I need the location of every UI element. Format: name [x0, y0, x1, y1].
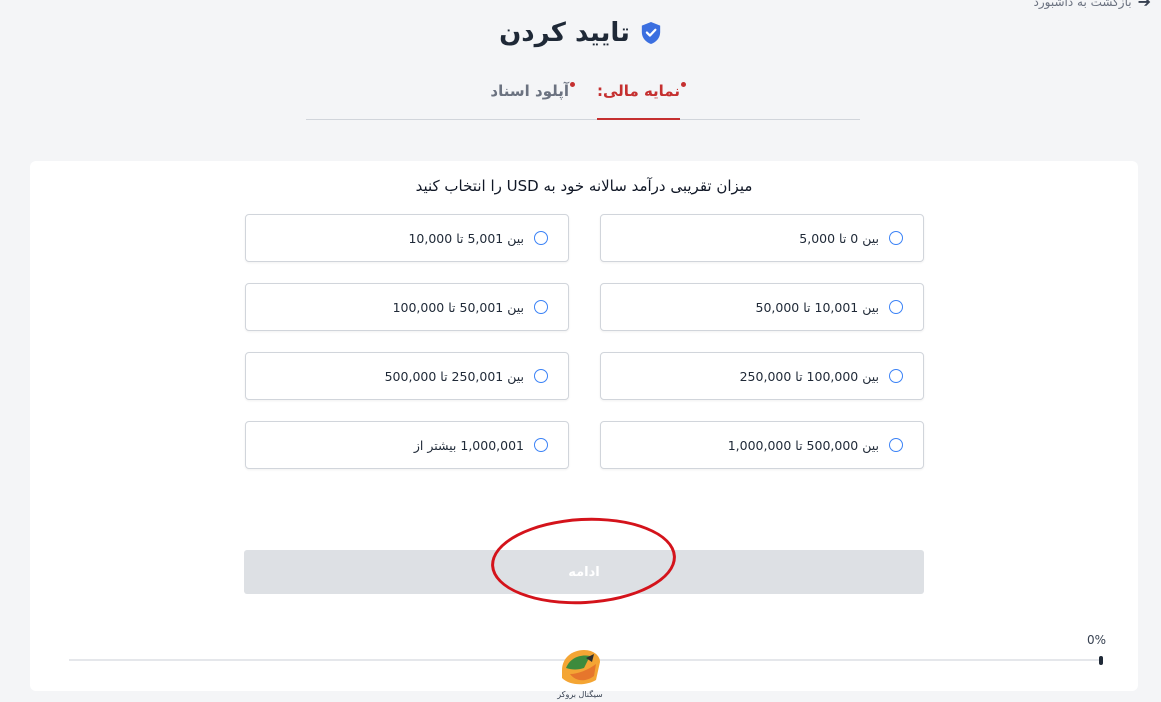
option-label: بین 0 تا 5,000 — [799, 230, 879, 246]
tab-financial-profile[interactable]: نمایه مالی: — [597, 72, 686, 120]
page-title: تایید کردن — [499, 18, 630, 48]
progress-percent: 0% — [1087, 633, 1107, 647]
radio-button[interactable] — [889, 438, 903, 452]
radio-button[interactable] — [534, 300, 548, 314]
brand-logo-icon — [562, 650, 600, 685]
radio-button[interactable] — [889, 300, 903, 314]
radio-button[interactable] — [534, 369, 548, 383]
option-label: 1,000,001 بیشتر از — [413, 437, 524, 453]
tab-upload-documents[interactable]: آپلود اسناد — [490, 72, 575, 119]
tab-financial-profile-label: نمایه مالی: — [597, 82, 680, 100]
radio-button[interactable] — [534, 231, 548, 245]
option-label: بین 50,001 تا 100,000 — [392, 299, 524, 315]
continue-button[interactable]: ادامه — [244, 550, 924, 594]
form-card: میزان تقریبی درآمد سالانه خود به USD را … — [30, 161, 1138, 691]
tab-upload-documents-label: آپلود اسناد — [490, 82, 569, 100]
back-to-dashboard-link[interactable]: ➔ بازگشت به داشبورد — [1034, 0, 1152, 11]
income-option-100000-250000[interactable]: بین 100,000 تا 250,000 — [600, 352, 924, 400]
income-option-10001-50000[interactable]: بین 10,001 تا 50,000 — [600, 283, 924, 331]
income-option-500000-1000000[interactable]: بین 500,000 تا 1,000,000 — [600, 421, 924, 469]
income-option-0-5000[interactable]: بین 0 تا 5,000 — [600, 214, 924, 262]
option-label: بین 100,000 تا 250,000 — [739, 368, 879, 384]
option-label: بین 10,001 تا 50,000 — [755, 299, 879, 315]
radio-button[interactable] — [889, 231, 903, 245]
shield-check-icon — [641, 22, 661, 44]
watermark-logo: سیگنال بروکر — [550, 644, 610, 702]
option-label: بین 5,001 تا 10,000 — [408, 230, 524, 246]
income-option-50001-100000[interactable]: بین 50,001 تا 100,000 — [245, 283, 569, 331]
option-label: بین 250,001 تا 500,000 — [384, 368, 524, 384]
income-option-5001-10000[interactable]: بین 5,001 تا 10,000 — [245, 214, 569, 262]
radio-button[interactable] — [889, 369, 903, 383]
radio-button[interactable] — [534, 438, 548, 452]
income-option-250001-500000[interactable]: بین 250,001 تا 500,000 — [245, 352, 569, 400]
required-dot — [570, 82, 575, 87]
page-header: تایید کردن — [0, 18, 1161, 48]
tab-bar: نمایه مالی: آپلود اسناد — [306, 72, 860, 120]
required-dot — [681, 82, 686, 87]
watermark-text: سیگنال بروکر — [557, 690, 603, 699]
back-to-dashboard-label: بازگشت به داشبورد — [1033, 0, 1132, 9]
income-question: میزان تقریبی درآمد سالانه خود به USD را … — [415, 177, 753, 195]
arrow-right-icon: ➔ — [1137, 0, 1151, 11]
income-options: بین 0 تا 5,000 بین 5,001 تا 10,000 بین 1… — [244, 214, 924, 469]
progress-knob — [1099, 656, 1103, 665]
income-option-over-1000001[interactable]: 1,000,001 بیشتر از — [245, 421, 569, 469]
option-label: بین 500,000 تا 1,000,000 — [727, 437, 879, 453]
